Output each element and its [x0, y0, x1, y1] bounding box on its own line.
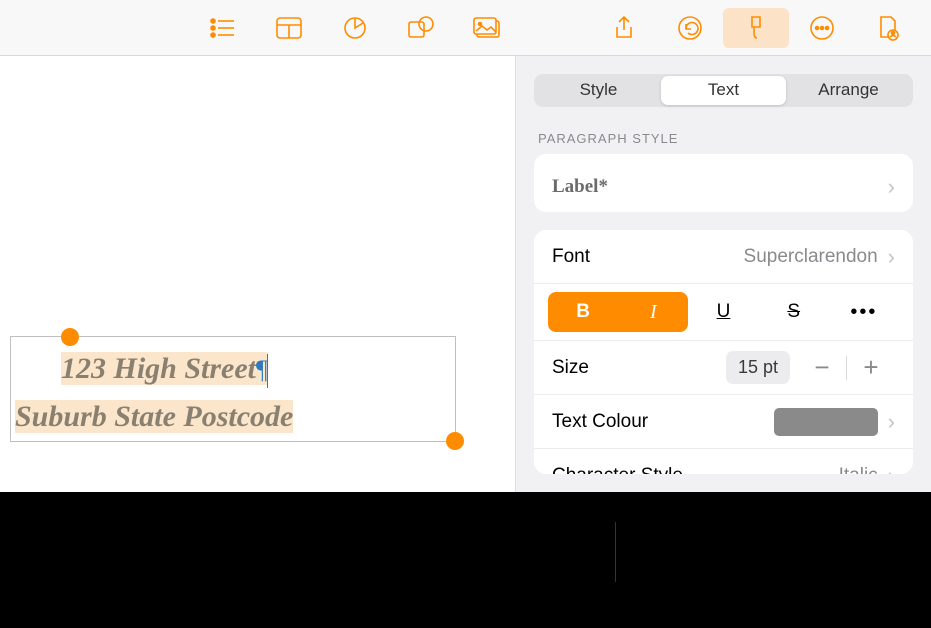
italic-button[interactable]: I [618, 292, 688, 332]
character-style-row[interactable]: Character Style Italic › [534, 449, 913, 474]
text-format-panel: Font Superclarendon › B I U S ••• Size 1… [534, 230, 913, 474]
paragraph-style-row[interactable]: Label* › [534, 154, 913, 213]
media-button[interactable] [454, 8, 520, 48]
text-cursor [267, 354, 268, 388]
share-icon [613, 15, 635, 41]
paintbrush-icon [744, 15, 768, 41]
size-row: Size 15 pt − + [534, 341, 913, 395]
collab-button[interactable] [855, 8, 921, 48]
text-line-2[interactable]: Suburb State Postcode [15, 400, 293, 433]
shape-icon [408, 16, 434, 40]
chevron-right-icon: › [888, 409, 895, 435]
chevron-right-icon: › [888, 244, 895, 270]
list-view-button[interactable] [190, 8, 256, 48]
font-label: Font [552, 246, 590, 268]
canvas[interactable]: 123 High Street¶ Suburb State Postcode [0, 56, 515, 492]
share-button[interactable] [591, 8, 657, 48]
chart-button[interactable] [322, 8, 388, 48]
undo-button[interactable] [657, 8, 723, 48]
character-style-label: Character Style [552, 465, 683, 474]
chevron-right-icon: › [888, 463, 895, 474]
paragraph-style-header: PARAGRAPH STYLE [538, 131, 909, 146]
chevron-right-icon: › [888, 174, 895, 200]
more-button[interactable] [789, 8, 855, 48]
callout-line [615, 522, 616, 582]
size-decrease-button[interactable]: − [798, 350, 846, 386]
paragraph-style-value: Label* [552, 176, 608, 198]
size-increase-button[interactable]: + [847, 350, 895, 386]
text-colour-label: Text Colour [552, 411, 648, 433]
chart-icon [343, 16, 367, 40]
toolbar [0, 0, 931, 56]
shape-button[interactable] [388, 8, 454, 48]
more-styles-button[interactable]: ••• [829, 292, 899, 332]
undo-icon [677, 15, 703, 41]
inspector-tabs: Style Text Arrange [534, 74, 913, 107]
text-line-1[interactable]: 123 High Street¶ [61, 352, 268, 385]
strikethrough-button[interactable]: S [759, 292, 829, 332]
table-icon [276, 17, 302, 39]
tab-style[interactable]: Style [536, 76, 661, 105]
bold-button[interactable]: B [548, 292, 618, 332]
selection-handle-bottom[interactable] [446, 432, 464, 450]
document-icon [876, 15, 900, 41]
colour-swatch[interactable] [774, 408, 878, 436]
list-icon [210, 17, 236, 39]
content-area: 123 High Street¶ Suburb State Postcode S… [0, 56, 931, 492]
selection-handle-top[interactable] [61, 328, 79, 346]
font-row[interactable]: Font Superclarendon › [534, 230, 913, 284]
font-value: Superclarendon [744, 246, 878, 268]
text-colour-row[interactable]: Text Colour › [534, 395, 913, 449]
text-style-row: B I U S ••• [534, 284, 913, 341]
format-inspector: Style Text Arrange PARAGRAPH STYLE Label… [515, 56, 931, 492]
tab-arrange[interactable]: Arrange [786, 76, 911, 105]
text-box[interactable]: 123 High Street¶ Suburb State Postcode [10, 336, 456, 442]
character-style-value: Italic [839, 465, 878, 474]
tab-text[interactable]: Text [661, 76, 786, 105]
size-value[interactable]: 15 pt [726, 351, 790, 384]
format-button[interactable] [723, 8, 789, 48]
size-label: Size [552, 357, 589, 379]
table-button[interactable] [256, 8, 322, 48]
underline-button[interactable]: U [688, 292, 758, 332]
footer-black-bar [0, 492, 931, 628]
media-icon [473, 17, 501, 39]
more-icon [809, 15, 835, 41]
paragraph-style-panel: Label* › [534, 154, 913, 213]
